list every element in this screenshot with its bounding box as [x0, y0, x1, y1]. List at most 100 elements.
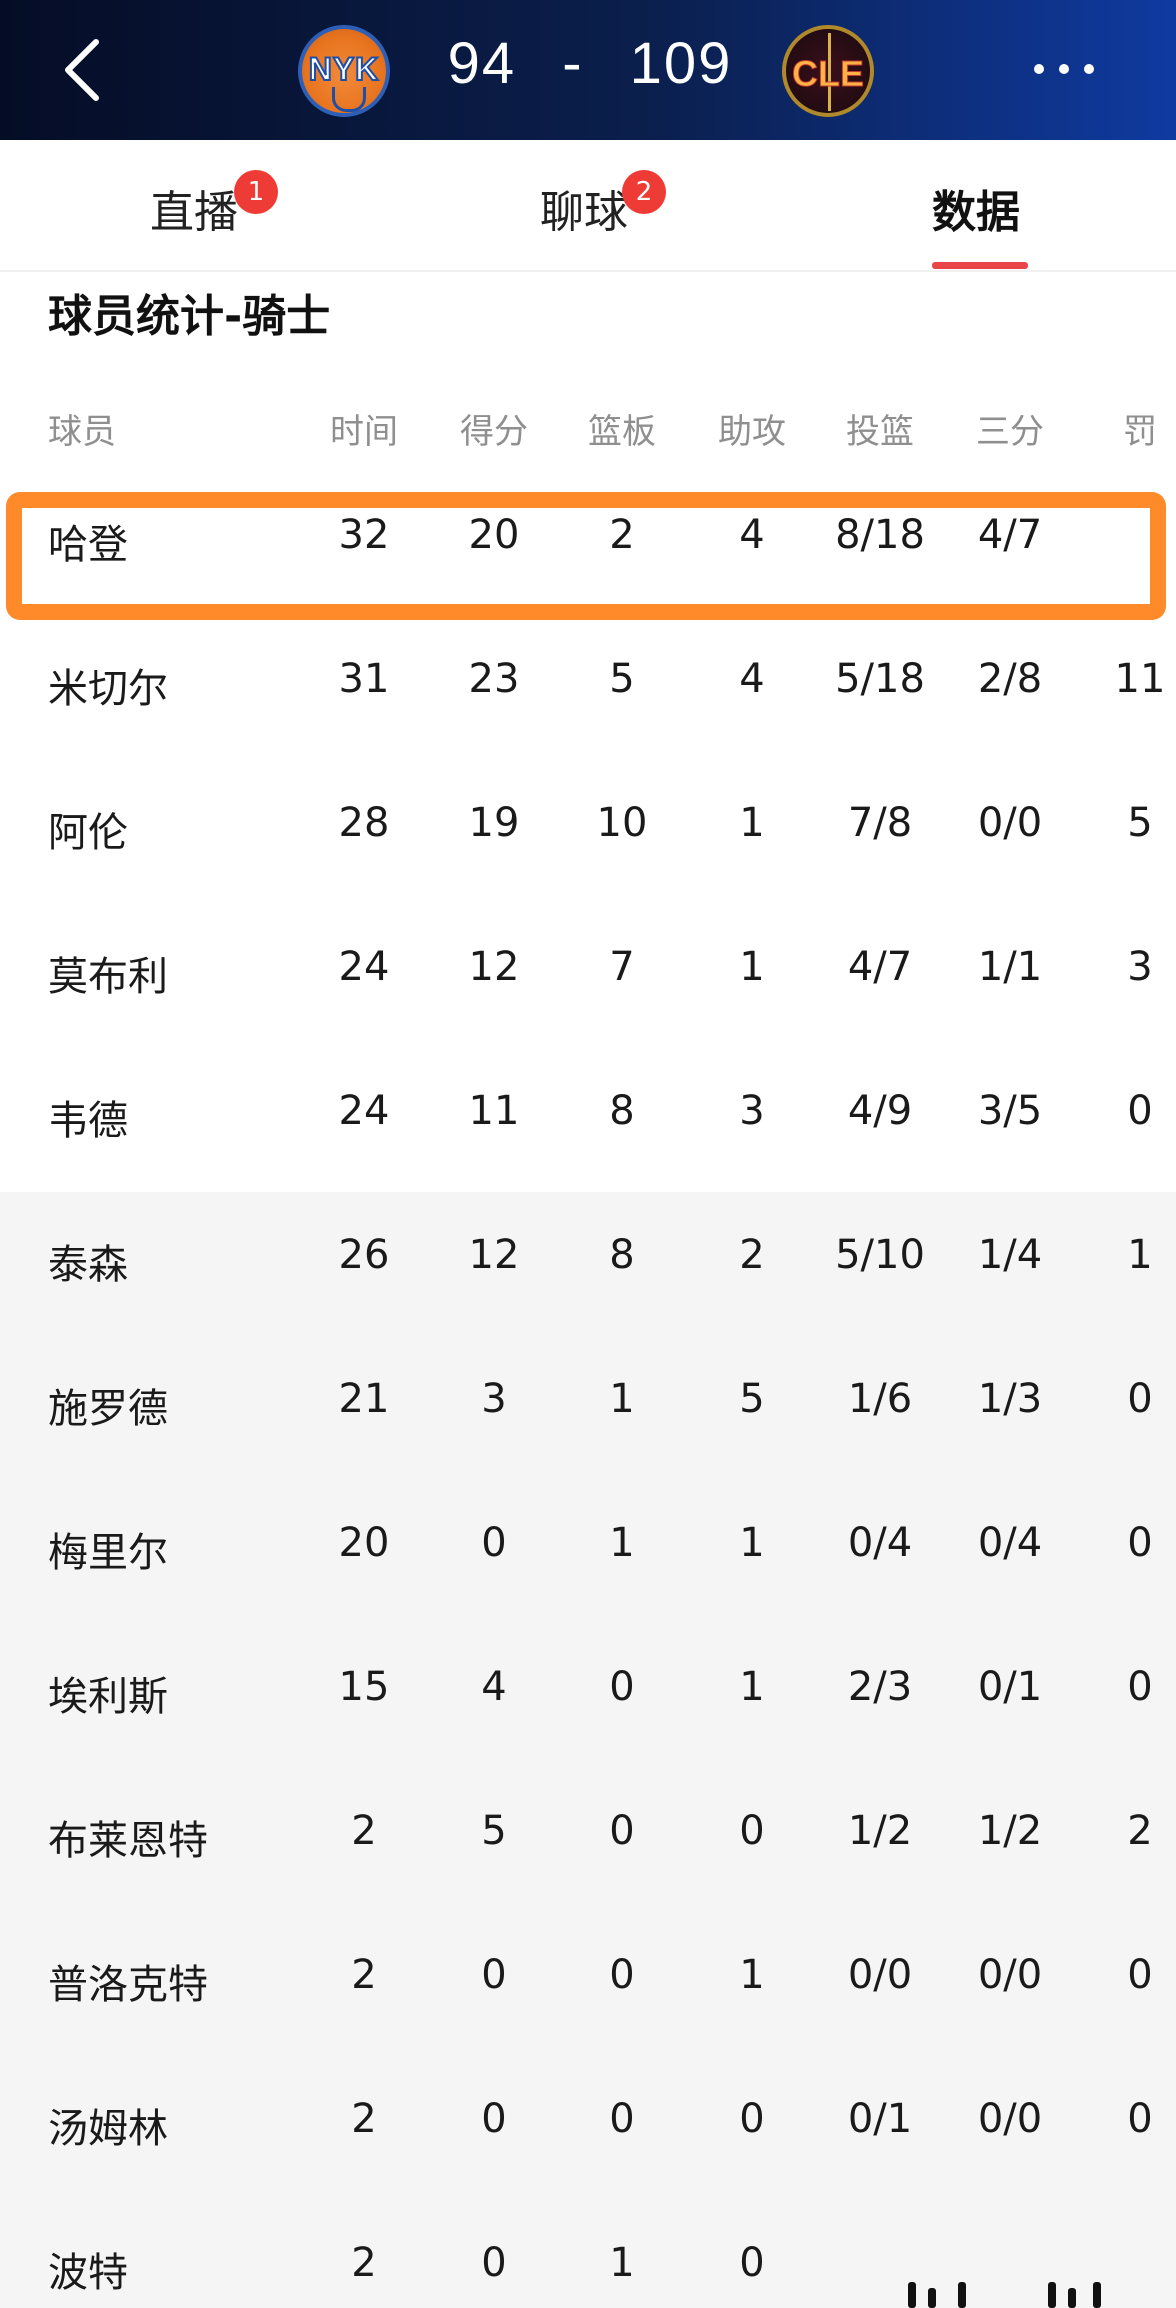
more-dot: [1059, 64, 1069, 74]
away-team-logo[interactable]: CLE: [782, 25, 874, 117]
stat-field-goals: 4/9: [847, 1088, 913, 1134]
stat-three-pointers: 1/4: [977, 1232, 1043, 1278]
nav-bar-mark: [1093, 2282, 1101, 2308]
stat-field-goals: 1/2: [847, 1808, 913, 1854]
stat-field-goals: 0/0: [847, 1952, 913, 1998]
stat-rebounds: 0: [609, 2096, 635, 2142]
stat-three-pointers: 1/2: [977, 1808, 1043, 1854]
stat-assists: 1: [739, 800, 765, 846]
stat-free-throws: 0: [1127, 1088, 1153, 1134]
notification-badge: 1: [234, 170, 278, 214]
stat-minutes: 31: [338, 656, 390, 702]
stat-assists: 1: [739, 1520, 765, 1566]
column-header-rebounds[interactable]: 篮板: [562, 404, 682, 453]
player-name[interactable]: 施罗德: [48, 1376, 168, 1434]
stat-three-pointers: 0/1: [977, 1664, 1043, 1710]
divider: [0, 270, 1176, 272]
column-header-points[interactable]: 得分: [434, 404, 554, 453]
stat-rebounds: 10: [596, 800, 648, 846]
tab-data[interactable]: 数据: [932, 140, 1042, 270]
player-name[interactable]: 韦德: [48, 1088, 128, 1146]
stat-three-pointers: 3/5: [977, 1088, 1043, 1134]
more-options-button[interactable]: [1032, 60, 1096, 80]
tab-live[interactable]: 直播 1: [150, 140, 278, 270]
stat-points: 12: [468, 944, 520, 990]
stat-points: 0: [481, 1952, 507, 1998]
nav-bar-mark: [928, 2288, 936, 2308]
column-header-free-throws[interactable]: 罚: [1080, 404, 1176, 453]
stat-assists: 0: [739, 1808, 765, 1854]
active-tab-indicator: [932, 262, 1028, 269]
stat-free-throws: 0: [1127, 1376, 1153, 1422]
player-name[interactable]: 波特: [48, 2240, 128, 2298]
column-header-player[interactable]: 球员: [48, 404, 116, 453]
stat-field-goals: 2/3: [847, 1664, 913, 1710]
nav-bar-mark: [908, 2282, 916, 2308]
nav-bar-mark: [1068, 2288, 1076, 2308]
stat-field-goals: 1/6: [847, 1376, 913, 1422]
column-header-field-goals[interactable]: 投篮: [820, 404, 940, 453]
stat-assists: 3: [739, 1088, 765, 1134]
home-score: 94: [447, 31, 517, 96]
stat-points: 0: [481, 2096, 507, 2142]
stat-assists: 4: [739, 656, 765, 702]
section-title: 球员统计-骑士: [48, 291, 331, 342]
stat-assists: 2: [739, 1232, 765, 1278]
player-name[interactable]: 埃利斯: [48, 1664, 168, 1722]
stat-rebounds: 1: [609, 1376, 635, 1422]
away-score: 109: [629, 31, 733, 96]
back-button[interactable]: [52, 36, 112, 104]
system-nav-bar: [898, 2278, 1108, 2308]
player-name[interactable]: 梅里尔: [48, 1520, 168, 1578]
stat-assists: 0: [739, 2096, 765, 2142]
stat-minutes: 2: [351, 2096, 377, 2142]
tab-label: 直播: [150, 187, 238, 238]
stat-three-pointers: 0/4: [977, 1520, 1043, 1566]
column-header-three-pointers[interactable]: 三分: [950, 404, 1070, 453]
stat-free-throws: 2: [1127, 1808, 1153, 1854]
stat-assists: 1: [739, 1664, 765, 1710]
score-display: 94 - 109: [440, 30, 740, 110]
stat-minutes: 26: [338, 1232, 390, 1278]
basketball-icon: [332, 87, 366, 112]
nav-bar-mark: [1048, 2282, 1056, 2308]
stat-free-throws: 3: [1127, 944, 1153, 990]
game-header: NYK 94 - 109 CLE: [0, 0, 1176, 140]
stat-minutes: 24: [338, 944, 390, 990]
stat-field-goals: 7/8: [847, 800, 913, 846]
player-name[interactable]: 汤姆林: [48, 2096, 168, 2154]
chevron-left-icon: [65, 39, 99, 101]
stat-assists: 5: [739, 1376, 765, 1422]
player-name[interactable]: 泰森: [48, 1232, 128, 1290]
player-name[interactable]: 阿伦: [48, 800, 128, 858]
stat-free-throws: 1: [1127, 1232, 1153, 1278]
stat-three-pointers: 0/0: [977, 800, 1043, 846]
nav-bar-mark: [958, 2282, 966, 2308]
stat-minutes: 21: [338, 1376, 390, 1422]
stat-free-throws: 11: [1114, 656, 1166, 702]
tab-chat[interactable]: 聊球 2: [540, 140, 666, 270]
stat-rebounds: 0: [609, 1664, 635, 1710]
stat-field-goals: 5/18: [835, 656, 925, 702]
column-header-minutes[interactable]: 时间: [304, 404, 424, 453]
player-name[interactable]: 布莱恩特: [48, 1808, 208, 1866]
player-name[interactable]: 米切尔: [48, 656, 168, 714]
score-separator: -: [562, 31, 584, 96]
stat-minutes: 2: [351, 1952, 377, 1998]
stat-minutes: 20: [338, 1520, 390, 1566]
stat-assists: 1: [739, 944, 765, 990]
notification-badge: 2: [622, 170, 666, 214]
stat-rebounds: 8: [609, 1232, 635, 1278]
stat-field-goals: 0/4: [847, 1520, 913, 1566]
stat-minutes: 2: [351, 1808, 377, 1854]
player-name[interactable]: 莫布利: [48, 944, 168, 1002]
stat-rebounds: 0: [609, 1952, 635, 1998]
away-team-abbr: CLE: [792, 53, 865, 95]
stat-minutes: 2: [351, 2240, 377, 2286]
stat-points: 3: [481, 1376, 507, 1422]
player-name[interactable]: 普洛克特: [48, 1952, 208, 2010]
home-team-logo[interactable]: NYK: [298, 25, 390, 117]
stat-rebounds: 1: [609, 2240, 635, 2286]
column-header-assists[interactable]: 助攻: [692, 404, 812, 453]
stat-points: 11: [468, 1088, 520, 1134]
